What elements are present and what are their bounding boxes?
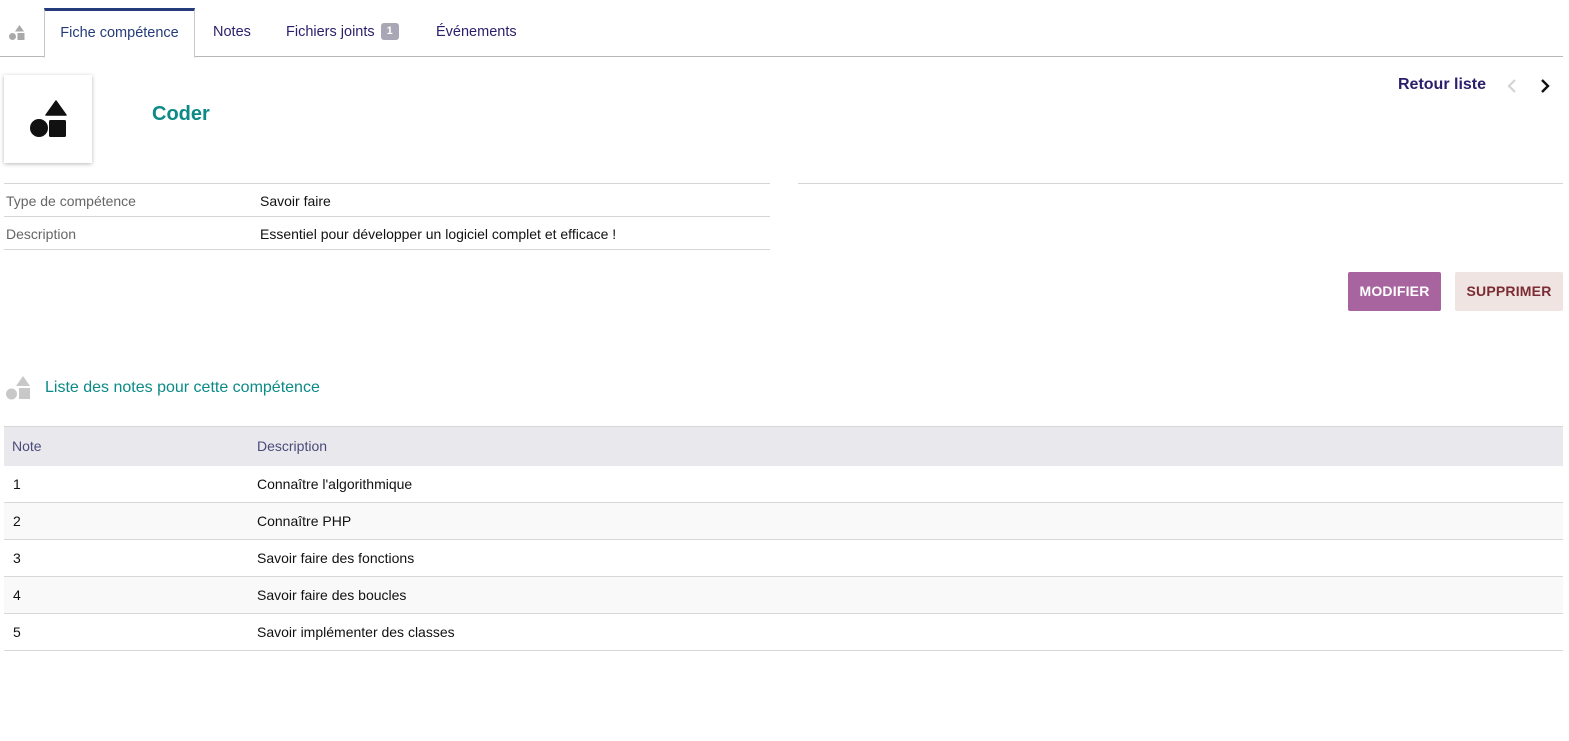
tab-fiche-competence[interactable]: Fiche compétence (44, 8, 195, 58)
tab-evenements[interactable]: Événements (420, 8, 533, 57)
table-row[interactable]: 5 Savoir implémenter des classes (4, 614, 1563, 651)
shapes-icon (30, 100, 67, 137)
field-value: Savoir faire (260, 193, 331, 209)
tab-fichiers-joints-label: Fichiers joints (286, 24, 375, 40)
note-value: 1 (13, 476, 21, 492)
note-value: 3 (13, 550, 21, 566)
record-title: Coder (152, 103, 210, 125)
note-description: Savoir implémenter des classes (257, 624, 455, 640)
table-row[interactable]: 4 Savoir faire des boucles (4, 577, 1563, 614)
note-value: 5 (13, 624, 21, 640)
tab-notes[interactable]: Notes (197, 8, 267, 57)
divider (798, 183, 1563, 184)
note-description: Savoir faire des boucles (257, 587, 407, 603)
note-description: Connaître l'algorithmique (257, 476, 413, 492)
chevron-left-icon[interactable] (1505, 77, 1519, 95)
column-header-note[interactable]: Note (12, 438, 42, 454)
note-value: 4 (13, 587, 21, 603)
table-row[interactable]: 2 Connaître PHP (4, 503, 1563, 540)
back-to-list-link[interactable]: Retour liste (1398, 76, 1486, 94)
modify-button[interactable]: MODIFIER (1348, 272, 1441, 311)
shapes-icon (5, 375, 31, 401)
field-row-type: Type de compétence Savoir faire (4, 184, 770, 217)
tab-bar: Fiche compétence Notes Fichiers joints 1… (0, 0, 1563, 58)
record-logo (4, 75, 92, 163)
note-description: Connaître PHP (257, 513, 352, 529)
field-label: Description (6, 226, 77, 242)
column-header-description[interactable]: Description (257, 438, 327, 454)
note-value: 2 (13, 513, 21, 529)
field-label: Type de compétence (6, 193, 136, 209)
field-value: Essentiel pour développer un logiciel co… (260, 226, 617, 242)
chevron-right-icon[interactable] (1538, 77, 1552, 95)
field-row-description: Description Essentiel pour développer un… (4, 217, 770, 250)
tab-fichiers-joints[interactable]: Fichiers joints 1 (270, 8, 415, 57)
record-fields: Type de compétence Savoir faire Descript… (4, 183, 770, 250)
shapes-icon (8, 24, 26, 42)
table-row[interactable]: 3 Savoir faire des fonctions (4, 540, 1563, 577)
table-header: Note Description (4, 426, 1563, 466)
delete-button[interactable]: SUPPRIMER (1455, 272, 1563, 311)
attachment-count-badge: 1 (380, 22, 399, 40)
table-row[interactable]: 1 Connaître l'algorithmique (4, 466, 1563, 503)
notes-section-title: Liste des notes pour cette compétence (45, 379, 320, 396)
note-description: Savoir faire des fonctions (257, 550, 415, 566)
